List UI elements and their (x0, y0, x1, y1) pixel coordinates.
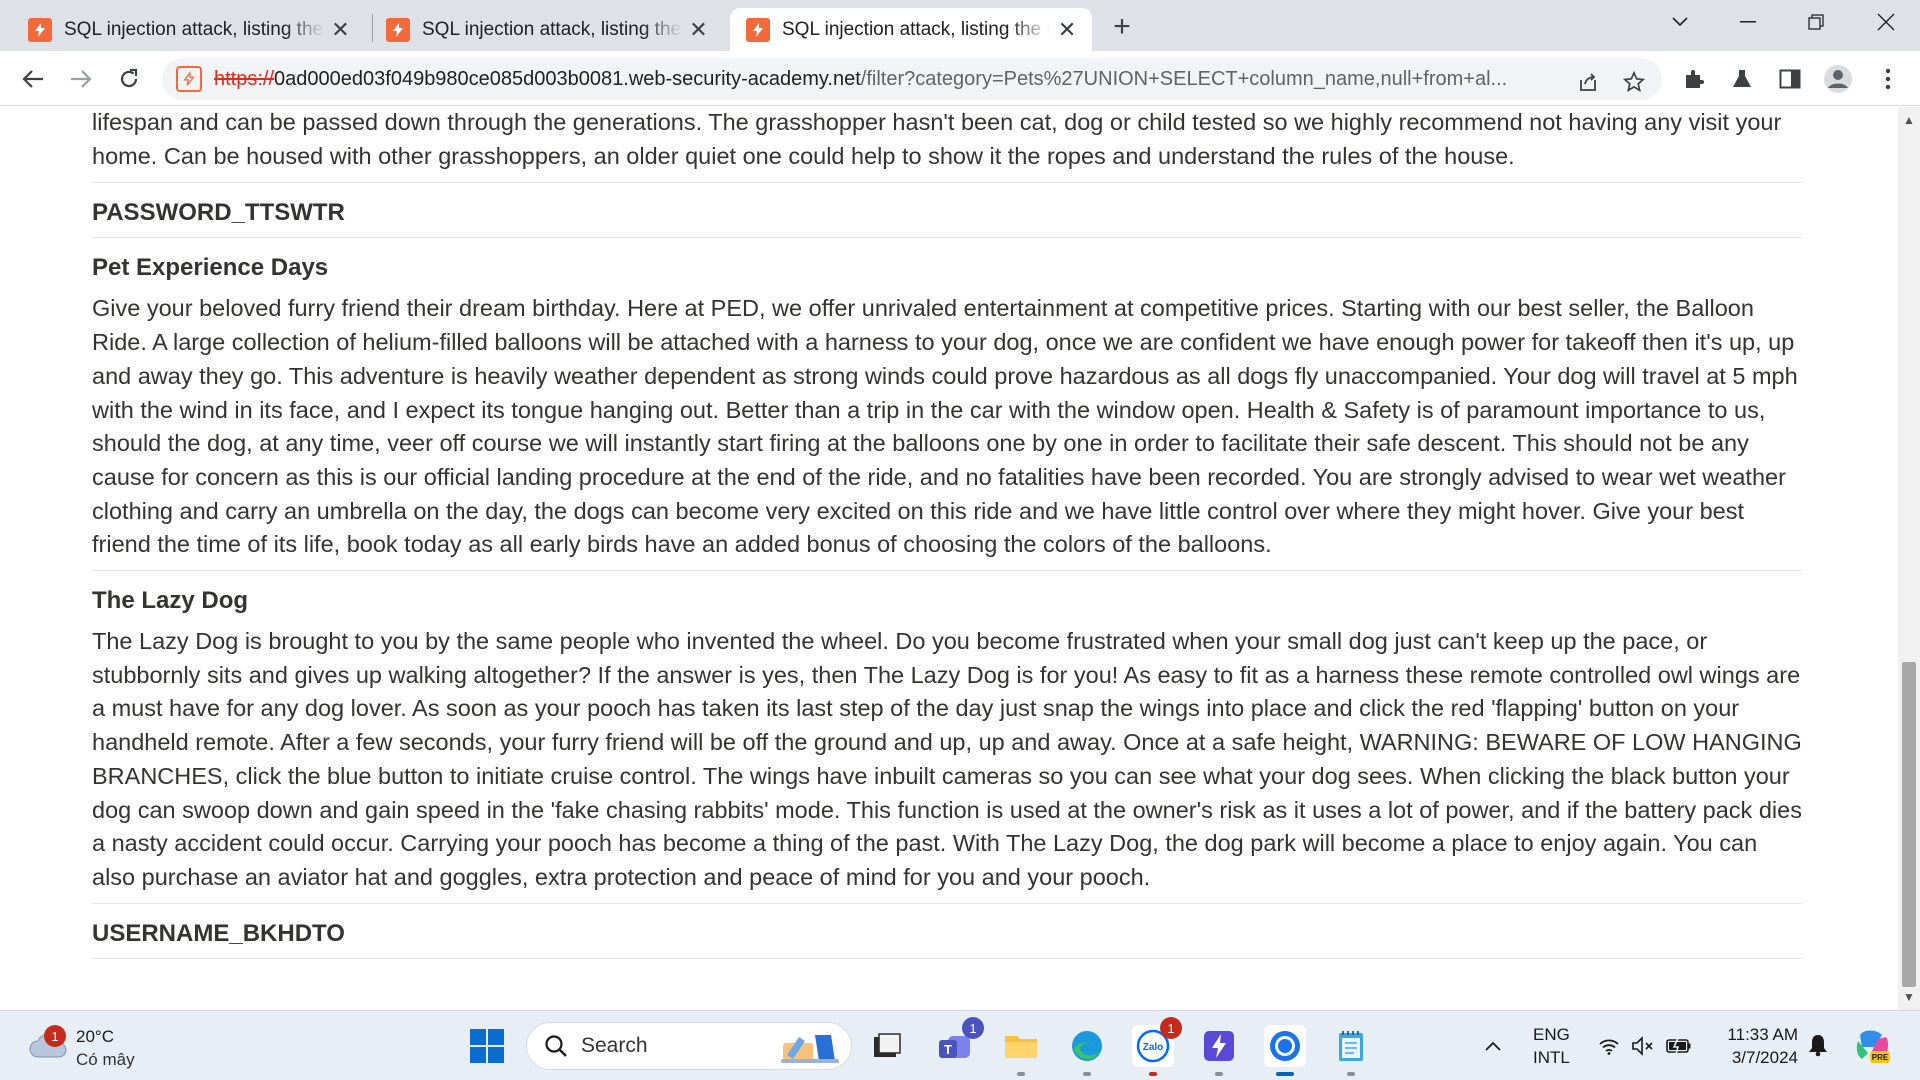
forward-arrow-icon[interactable] (62, 60, 100, 98)
product-heading-pet-experience-days: Pet Experience Days (92, 254, 329, 282)
url-path: /filter?category=Pets%27UNION+SELECT+col… (860, 67, 1508, 90)
input-language-indicator[interactable]: ENG INTL (1533, 1023, 1570, 1069)
burp-suite-icon[interactable] (1198, 1025, 1240, 1076)
url-text[interactable]: https://0ad000ed03f049b980ce085d003b0081… (214, 68, 1594, 91)
address-bar[interactable]: https://0ad000ed03f049b980ce085d003b0081… (162, 58, 1662, 100)
page-viewport: lifespan and can be passed down through … (0, 107, 1898, 1010)
tab-close-icon[interactable]: ✕ (330, 17, 351, 42)
zalo-notification-badge: 1 (1160, 1017, 1182, 1039)
browser-tab-bar: SQL injection attack, listing the databa… (0, 0, 1920, 51)
running-indicator (1149, 1072, 1157, 1076)
copilot-icon[interactable]: PRE (1854, 1027, 1892, 1065)
tab-close-icon[interactable]: ✕ (688, 17, 709, 42)
tab-close-icon[interactable]: ✕ (1056, 17, 1078, 42)
product-description: The Lazy Dog is brought to you by the sa… (92, 628, 1802, 890)
teams-notification-badge: 1 (962, 1017, 984, 1039)
profile-avatar-icon[interactable] (1822, 63, 1854, 95)
edge-browser-icon[interactable] (1066, 1025, 1108, 1076)
volume-muted-icon[interactable] (1630, 1033, 1656, 1059)
tab-title: SQL injection attack, listing the databa… (782, 18, 1050, 40)
product-description: lifespan and can be passed down through … (92, 109, 1782, 169)
share-icon[interactable] (1574, 68, 1602, 96)
tab-title: SQL injection attack, listing the databa… (422, 18, 682, 40)
task-view-icon[interactable] (866, 1025, 908, 1067)
chrome-icon[interactable] (1264, 1025, 1306, 1076)
running-indicator (1215, 1072, 1223, 1076)
search-label: Search (581, 1034, 648, 1057)
extensions-puzzle-icon[interactable] (1678, 63, 1710, 95)
clock-date: 3/7/2024 (1731, 1048, 1798, 1067)
new-tab-plus-icon[interactable]: + (1105, 10, 1139, 44)
row-divider (92, 957, 1802, 959)
back-arrow-icon[interactable] (14, 60, 52, 98)
search-highlight-illustration-icon (781, 1035, 839, 1063)
browser-tab-3-active[interactable]: SQL injection attack, listing the databa… (730, 8, 1092, 51)
weather-condition: Có mây (76, 1050, 135, 1069)
url-host: 0ad000ed03f049b980ce085d003b0081.web-sec… (274, 67, 861, 90)
browser-menu-icon[interactable] (1872, 63, 1904, 95)
web-security-academy-favicon-icon (28, 17, 52, 42)
zalo-icon[interactable]: Zalo 1 (1132, 1017, 1182, 1076)
bookmark-star-icon[interactable] (1620, 68, 1648, 96)
labs-flask-icon[interactable] (1726, 63, 1758, 95)
browser-tab-2[interactable]: SQL injection attack, listing the databa… (358, 8, 723, 51)
svg-text:PRE: PRE (1872, 1053, 1889, 1062)
keyboard-layout: INTL (1533, 1048, 1570, 1067)
active-indicator (1276, 1072, 1294, 1076)
close-window-icon[interactable] (1866, 4, 1906, 40)
taskbar-search-box[interactable]: Search (526, 1022, 852, 1070)
wifi-icon[interactable] (1596, 1033, 1622, 1059)
reload-icon[interactable] (110, 60, 148, 98)
tab-search-chevron-icon[interactable] (1660, 4, 1700, 40)
page-scrollbar[interactable]: ▲ ▼ (1898, 107, 1920, 1010)
svg-text:T: T (944, 1042, 952, 1057)
clock-time: 11:33 AM (1727, 1025, 1798, 1044)
battery-charging-icon[interactable] (1666, 1033, 1692, 1059)
running-indicator (1347, 1072, 1355, 1076)
running-indicator (1083, 1072, 1091, 1076)
url-scheme: https:// (214, 67, 275, 90)
running-indicator (1017, 1072, 1025, 1076)
language-code: ENG (1533, 1025, 1570, 1044)
scroll-down-arrow-icon[interactable]: ▼ (1903, 990, 1915, 1004)
products-table: lifespan and can be passed down through … (92, 107, 1802, 959)
show-hidden-icons-chevron-icon[interactable] (1484, 1035, 1502, 1058)
product-heading-the-lazy-dog: The Lazy Dog (92, 587, 249, 615)
file-explorer-icon[interactable] (1000, 1025, 1042, 1076)
windows-taskbar: 1 20°C Có mây Search T 1 Zalo 1 ENG INTL… (0, 1010, 1920, 1080)
browser-toolbar: https://0ad000ed03f049b980ce085d003b0081… (0, 51, 1920, 106)
weather-temperature: 20°C (76, 1027, 114, 1046)
web-security-academy-favicon-icon (746, 17, 770, 42)
teams-icon[interactable]: T 1 (934, 1017, 984, 1067)
system-clock[interactable]: 11:33 AM 3/7/2024 (1716, 1023, 1798, 1069)
notepad-icon[interactable] (1330, 1025, 1372, 1076)
windows-start-icon[interactable] (470, 1029, 504, 1063)
weather-notification-badge: 1 (44, 1025, 66, 1047)
minimize-icon[interactable] (1728, 4, 1768, 40)
product-heading-username: USERNAME_BKHDTO (92, 919, 345, 947)
scrollbar-thumb[interactable] (1902, 662, 1916, 987)
side-panel-icon[interactable] (1774, 63, 1806, 95)
svg-text:Zalo: Zalo (1143, 1042, 1164, 1053)
web-security-academy-favicon-icon (386, 17, 410, 42)
site-info-icon[interactable] (176, 66, 202, 92)
restore-icon[interactable] (1796, 4, 1836, 40)
weather-widget[interactable]: 1 20°C Có mây (26, 1023, 166, 1071)
tab-title: SQL injection attack, listing the databa… (64, 18, 324, 40)
scroll-up-arrow-icon[interactable]: ▲ (1903, 113, 1915, 127)
browser-tab-1[interactable]: SQL injection attack, listing the databa… (0, 8, 365, 51)
product-heading-password: PASSWORD_TTSWTR (92, 199, 345, 227)
product-description: Give your beloved furry friend their dre… (92, 295, 1798, 558)
search-icon (543, 1033, 569, 1059)
notification-bell-icon[interactable] (1806, 1033, 1830, 1057)
